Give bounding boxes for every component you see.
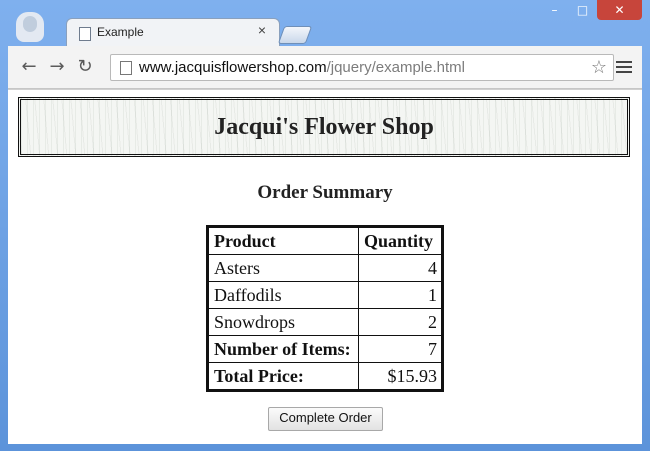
close-tab-icon[interactable]: × [255, 23, 269, 37]
order-table: Product Quantity Asters 4 Daffodils 1 Sn… [206, 225, 444, 392]
reload-icon[interactable]: ↻ [74, 56, 96, 78]
table-row: Asters 4 [207, 254, 443, 282]
title-bar: Example × – □ ✕ [0, 0, 650, 47]
browser-window: Example × – □ ✕ ← → ↻ www.jacquisflowers… [0, 0, 650, 451]
summary-label: Total Price: [207, 362, 359, 391]
tab-title: Example [97, 25, 144, 39]
browser-toolbar: ← → ↻ www.jacquisflowershop.com/jquery/e… [8, 46, 642, 89]
summary-row-items: Number of Items: 7 [207, 335, 443, 363]
minimize-button[interactable]: – [541, 0, 568, 20]
menu-icon[interactable] [616, 58, 632, 74]
url-path: /jquery/example.html [326, 59, 465, 76]
table-header-row: Product Quantity [207, 226, 443, 255]
page-icon [79, 27, 91, 41]
shop-header: Jacqui's Flower Shop [18, 97, 630, 157]
forward-arrow-icon[interactable]: → [46, 56, 68, 78]
profile-avatar-icon[interactable] [16, 12, 44, 42]
address-bar[interactable]: www.jacquisflowershop.com/jquery/example… [110, 54, 614, 81]
window-controls: – □ ✕ [540, 0, 642, 20]
table-row: Snowdrops 2 [207, 308, 443, 336]
complete-order-button[interactable]: Complete Order [268, 407, 383, 431]
page-viewport: Jacqui's Flower Shop Order Summary Produ… [8, 89, 642, 444]
product-quantity: 2 [358, 308, 443, 336]
url-text[interactable]: www.jacquisflowershop.com/jquery/example… [139, 59, 465, 76]
tab-example[interactable]: Example × [66, 18, 280, 47]
page-icon [120, 61, 132, 75]
product-name: Snowdrops [207, 308, 359, 336]
back-arrow-icon[interactable]: ← [18, 56, 40, 78]
summary-value: 7 [358, 335, 443, 363]
section-title: Order Summary [257, 182, 393, 203]
summary-row-price: Total Price: $15.93 [207, 362, 443, 391]
table-header-quantity: Quantity [358, 226, 443, 255]
table-row: Daffodils 1 [207, 281, 443, 309]
product-quantity: 1 [358, 281, 443, 309]
table-header-product: Product [207, 226, 359, 255]
summary-value: $15.93 [358, 362, 443, 391]
window-bottom-border [8, 443, 642, 451]
summary-label: Number of Items: [207, 335, 359, 363]
product-name: Daffodils [207, 281, 359, 309]
close-window-button[interactable]: ✕ [597, 0, 642, 20]
new-tab-button[interactable] [277, 26, 313, 44]
bookmark-star-icon[interactable]: ☆ [591, 57, 607, 78]
url-domain: www.jacquisflowershop.com [139, 59, 327, 76]
shop-title: Jacqui's Flower Shop [214, 114, 434, 140]
product-quantity: 4 [358, 254, 443, 282]
product-name: Asters [207, 254, 359, 282]
maximize-button[interactable]: □ [569, 0, 596, 20]
